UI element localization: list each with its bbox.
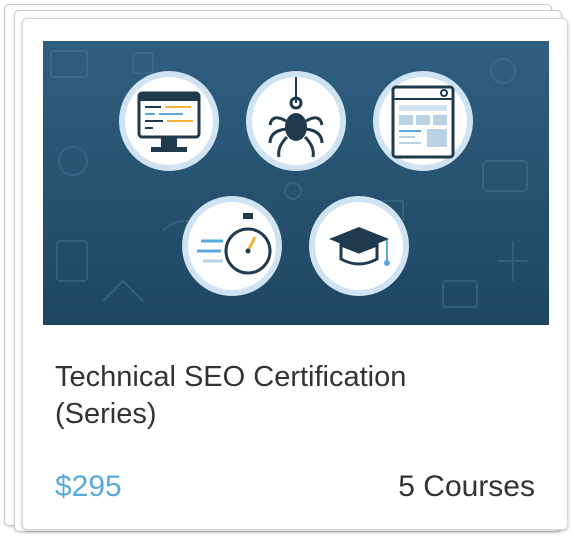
course-banner-image[interactable] [43, 41, 549, 325]
course-card[interactable]: Technical SEO Certification (Series) $29… [22, 18, 568, 530]
web-page-icon [373, 71, 473, 171]
code-monitor-icon [119, 71, 219, 171]
course-count: 5 Courses [398, 470, 535, 503]
spider-icon [246, 71, 346, 171]
course-title-line-2: (Series) [55, 398, 157, 430]
course-price: $295 [55, 470, 122, 503]
course-title-line-1: Technical SEO Certification [55, 361, 407, 393]
course-title[interactable]: Technical SEO Certification (Series) [55, 359, 535, 433]
stopwatch-icon [182, 196, 282, 296]
graduation-cap-icon [309, 196, 409, 296]
